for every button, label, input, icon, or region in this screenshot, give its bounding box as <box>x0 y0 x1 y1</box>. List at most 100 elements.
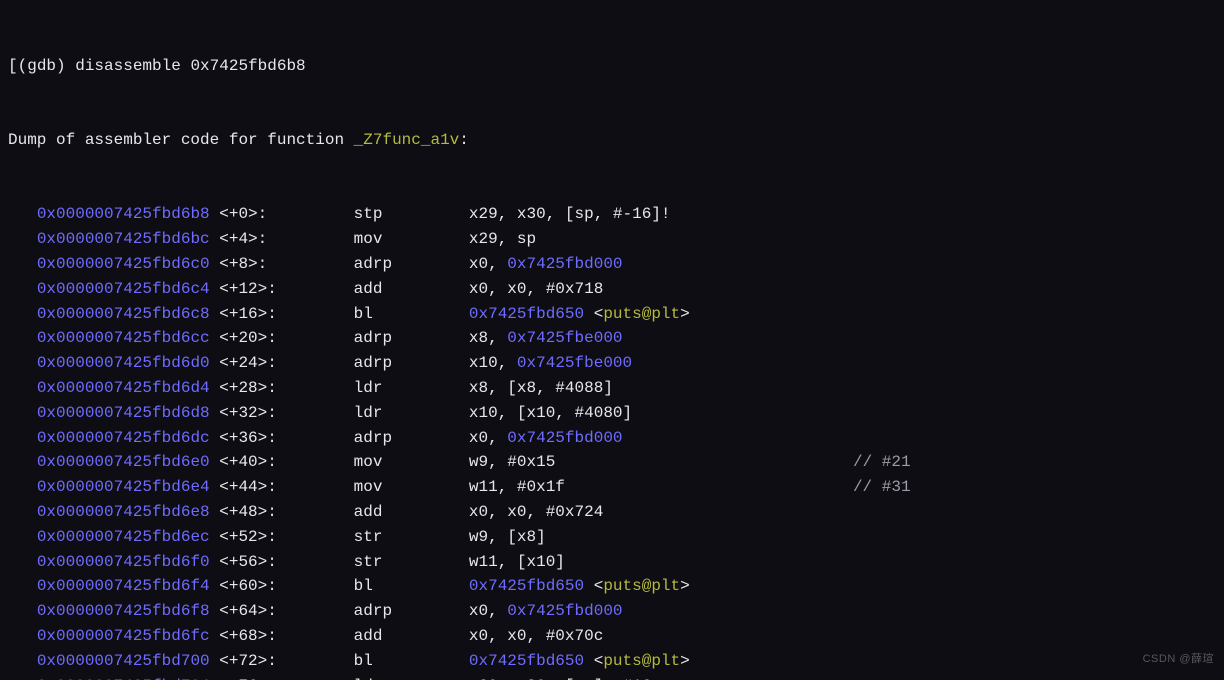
instruction-address: 0x0000007425fbd6f4 <box>37 577 210 595</box>
instruction-address: 0x0000007425fbd6c0 <box>37 255 210 273</box>
instruction-address: 0x0000007425fbd700 <box>37 652 210 670</box>
operand-text: x0, <box>469 429 507 447</box>
instruction-address: 0x0000007425fbd6d4 <box>37 379 210 397</box>
address-reference: 0x7425fbe000 <box>517 354 632 372</box>
instruction-address: 0x0000007425fbd6fc <box>37 627 210 645</box>
disassembly-row: 0x0000007425fbd6b8 <+0>: stp x29, x30, [… <box>8 202 1216 227</box>
mnemonic: mov <box>354 475 469 500</box>
instruction-offset: <+0>: <box>219 202 353 227</box>
mnemonic: ldr <box>354 376 469 401</box>
instruction-offset: <+8>: <box>219 252 353 277</box>
mnemonic: str <box>354 525 469 550</box>
mnemonic: adrp <box>354 252 469 277</box>
gdb-prompt: (gdb) <box>18 57 76 75</box>
operand-text: w11, #0x1f <box>469 478 565 496</box>
instruction-address: 0x0000007425fbd6f0 <box>37 553 210 571</box>
operand-text: x10, <box>469 354 517 372</box>
instruction-offset: <+40>: <box>219 450 353 475</box>
asm-comment: // #31 <box>853 478 911 496</box>
operand-text: x8, <box>469 329 507 347</box>
instruction-offset: <+72>: <box>219 649 353 674</box>
disassembly-row: 0x0000007425fbd6bc <+4>: mov x29, sp <box>8 227 1216 252</box>
instruction-offset: <+36>: <box>219 426 353 451</box>
operand-text: w9, #0x15 <box>469 453 555 471</box>
mnemonic: mov <box>354 450 469 475</box>
disassembly-row: 0x0000007425fbd704 <+76>: ldp x29, x30, … <box>8 674 1216 680</box>
disassembly-row: 0x0000007425fbd6f4 <+60>: bl 0x7425fbd65… <box>8 574 1216 599</box>
instruction-offset: <+56>: <box>219 550 353 575</box>
operand-text: x10, [x10, #4080] <box>469 404 632 422</box>
instruction-address: 0x0000007425fbd6d0 <box>37 354 210 372</box>
instruction-offset: <+20>: <box>219 326 353 351</box>
address-reference: 0x7425fbd650 <box>469 305 584 323</box>
address-reference: 0x7425fbd000 <box>507 429 622 447</box>
operand-text: x29, x30, [sp, #-16]! <box>469 205 671 223</box>
dump-header-prefix: Dump of assembler code for function <box>8 131 354 149</box>
instruction-offset: <+48>: <box>219 500 353 525</box>
instruction-offset: <+16>: <box>219 302 353 327</box>
mnemonic: bl <box>354 574 469 599</box>
instruction-address: 0x0000007425fbd6b8 <box>37 205 210 223</box>
operand-text: < <box>584 305 603 323</box>
mnemonic: bl <box>354 649 469 674</box>
operand-text: x0, x0, #0x718 <box>469 280 603 298</box>
disassembly-row: 0x0000007425fbd6ec <+52>: str w9, [x8] <box>8 525 1216 550</box>
disassembly-row: 0x0000007425fbd6e4 <+44>: mov w11, #0x1f… <box>8 475 1216 500</box>
dump-header: Dump of assembler code for function _Z7f… <box>8 128 1216 153</box>
disassembly-row: 0x0000007425fbd6d8 <+32>: ldr x10, [x10,… <box>8 401 1216 426</box>
operand-text: x0, x0, #0x724 <box>469 503 603 521</box>
disassembly-row: 0x0000007425fbd6e0 <+40>: mov w9, #0x15 … <box>8 450 1216 475</box>
instruction-offset: <+32>: <box>219 401 353 426</box>
instruction-address: 0x0000007425fbd6e8 <box>37 503 210 521</box>
disassembly-row: 0x0000007425fbd6c0 <+8>: adrp x0, 0x7425… <box>8 252 1216 277</box>
instruction-address: 0x0000007425fbd6ec <box>37 528 210 546</box>
instruction-address: 0x0000007425fbd704 <box>37 677 210 680</box>
instruction-address: 0x0000007425fbd6e0 <box>37 453 210 471</box>
disassembly-row: 0x0000007425fbd6c4 <+12>: add x0, x0, #0… <box>8 277 1216 302</box>
operand-text: x29, sp <box>469 230 536 248</box>
operand-text: w11, [x10] <box>469 553 565 571</box>
instruction-address: 0x0000007425fbd6d8 <box>37 404 210 422</box>
operand-text: x29, x30, [sp], #16 <box>469 677 651 680</box>
instruction-offset: <+64>: <box>219 599 353 624</box>
mnemonic: ldp <box>354 674 469 680</box>
operand-text: < <box>584 577 603 595</box>
operand-text: w9, [x8] <box>469 528 546 546</box>
mnemonic: adrp <box>354 351 469 376</box>
mnemonic: add <box>354 624 469 649</box>
instruction-offset: <+76>: <box>219 674 353 680</box>
address-reference: 0x7425fbd650 <box>469 577 584 595</box>
mnemonic: adrp <box>354 599 469 624</box>
asm-comment: // #21 <box>853 453 911 471</box>
gdb-prompt-row: [(gdb) disassemble 0x7425fbd6b8 <box>8 54 1216 79</box>
disassembly-row: 0x0000007425fbd6cc <+20>: adrp x8, 0x742… <box>8 326 1216 351</box>
disassembly-row: 0x0000007425fbd700 <+72>: bl 0x7425fbd65… <box>8 649 1216 674</box>
disassembly-row: 0x0000007425fbd6dc <+36>: adrp x0, 0x742… <box>8 426 1216 451</box>
instruction-address: 0x0000007425fbd6bc <box>37 230 210 248</box>
instruction-offset: <+44>: <box>219 475 353 500</box>
symbol-reference: puts@plt <box>603 577 680 595</box>
gdb-command: disassemble 0x7425fbd6b8 <box>75 57 305 75</box>
operand-text: < <box>584 652 603 670</box>
mnemonic: add <box>354 277 469 302</box>
mnemonic: add <box>354 500 469 525</box>
instruction-address: 0x0000007425fbd6cc <box>37 329 210 347</box>
disassembly-row: 0x0000007425fbd6fc <+68>: add x0, x0, #0… <box>8 624 1216 649</box>
operand-text: x0, x0, #0x70c <box>469 627 603 645</box>
symbol-reference: puts@plt <box>603 652 680 670</box>
mnemonic: ldr <box>354 401 469 426</box>
instruction-offset: <+60>: <box>219 574 353 599</box>
disassembly-row: 0x0000007425fbd6c8 <+16>: bl 0x7425fbd65… <box>8 302 1216 327</box>
disassembly-list: 0x0000007425fbd6b8 <+0>: stp x29, x30, [… <box>8 202 1216 680</box>
operand-text: x0, <box>469 255 507 273</box>
mnemonic: bl <box>354 302 469 327</box>
address-reference: 0x7425fbe000 <box>507 329 622 347</box>
mnemonic: adrp <box>354 326 469 351</box>
address-reference: 0x7425fbd650 <box>469 652 584 670</box>
instruction-address: 0x0000007425fbd6c4 <box>37 280 210 298</box>
disassembly-row: 0x0000007425fbd6e8 <+48>: add x0, x0, #0… <box>8 500 1216 525</box>
instruction-offset: <+52>: <box>219 525 353 550</box>
instruction-address: 0x0000007425fbd6c8 <box>37 305 210 323</box>
instruction-offset: <+4>: <box>219 227 353 252</box>
prompt-bracket: [ <box>8 57 18 75</box>
